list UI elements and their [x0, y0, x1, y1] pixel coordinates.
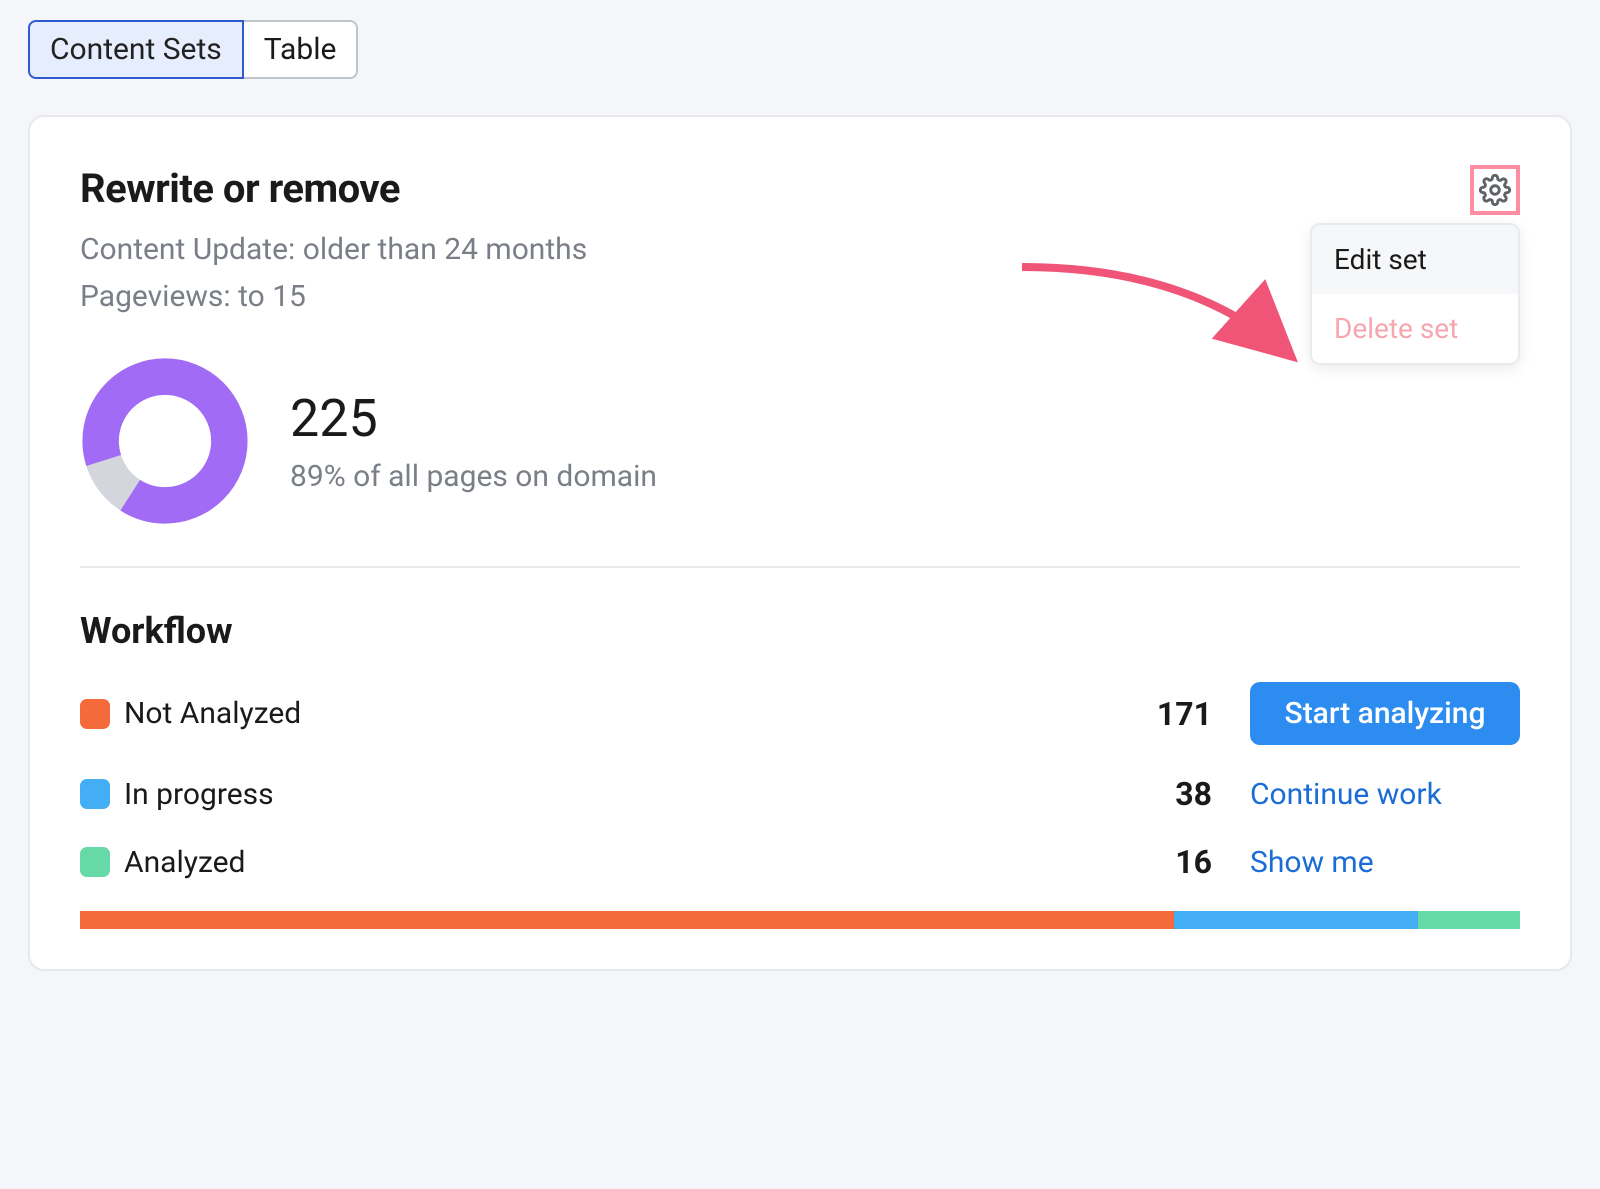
content-set-card: Rewrite or remove Content Update: older …: [28, 115, 1572, 971]
tab-content-sets[interactable]: Content Sets: [28, 20, 244, 79]
workflow-row: In progress38 Continue work: [80, 775, 1520, 813]
meta-pageviews: Pageviews: to 15: [80, 279, 1470, 314]
show-me-link[interactable]: Show me: [1250, 845, 1520, 880]
workflow-count: 38: [1102, 775, 1212, 813]
view-tabs: Content Sets Table: [28, 20, 1572, 79]
settings-dropdown: Edit set Delete set: [1310, 223, 1520, 365]
workflow-count: 171: [1102, 695, 1212, 733]
settings-button[interactable]: [1470, 165, 1520, 215]
continue-work-link[interactable]: Continue work: [1250, 777, 1520, 812]
status-swatch: [80, 779, 110, 809]
workflow-label: Analyzed: [124, 845, 1102, 880]
status-swatch: [80, 847, 110, 877]
page-count: 225: [290, 388, 657, 449]
workflow-progress-bar: [80, 911, 1520, 929]
workflow-title: Workflow: [80, 610, 1520, 652]
page-percent-line: 89% of all pages on domain: [290, 459, 657, 494]
tab-table[interactable]: Table: [244, 20, 359, 79]
meta-content-update: Content Update: older than 24 months: [80, 232, 1470, 267]
divider: [80, 566, 1520, 568]
workflow-count: 16: [1102, 843, 1212, 881]
set-title: Rewrite or remove: [80, 165, 1470, 212]
workflow-row: Analyzed16 Show me: [80, 843, 1520, 881]
coverage-donut-chart: [80, 356, 250, 526]
progress-segment: [1418, 911, 1520, 929]
start-analyzing-button[interactable]: Start analyzing: [1250, 682, 1520, 745]
progress-segment: [80, 911, 1174, 929]
status-swatch: [80, 699, 110, 729]
progress-segment: [1174, 911, 1417, 929]
workflow-label: In progress: [124, 777, 1102, 812]
gear-icon: [1479, 174, 1511, 206]
menu-edit-set[interactable]: Edit set: [1312, 225, 1518, 294]
workflow-row: Not Analyzed171 Start analyzing: [80, 682, 1520, 745]
workflow-label: Not Analyzed: [124, 696, 1102, 731]
menu-delete-set[interactable]: Delete set: [1312, 294, 1518, 363]
